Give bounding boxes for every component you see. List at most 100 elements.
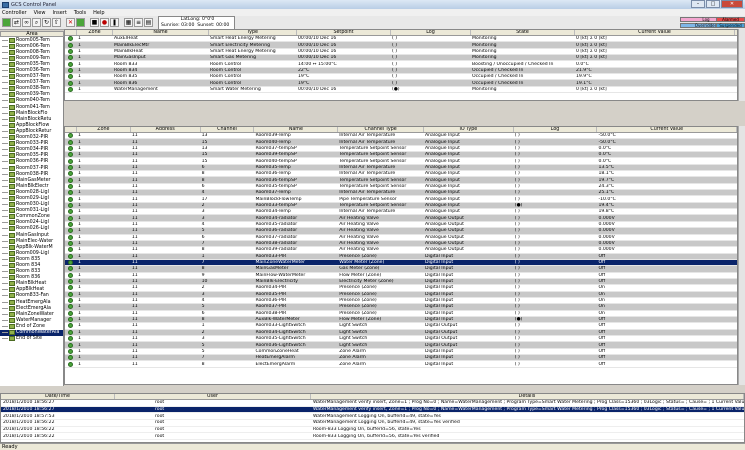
- maximize-button[interactable]: □: [706, 0, 720, 8]
- column-header[interactable]: Channel: [201, 127, 255, 132]
- tree-connector: [2, 277, 8, 279]
- channel-status-icon: [68, 209, 73, 215]
- log-row[interactable]: 2018/1/2010 18:56:27 root WaterManagement …: [1, 400, 744, 407]
- zone-cell: MainBlkElecMtr: [114, 42, 150, 48]
- tree-connector: [2, 289, 8, 291]
- close-button[interactable]: ✕: [721, 0, 743, 8]
- channel-status-icon: [68, 221, 73, 227]
- io-cell: 11: [131, 342, 138, 348]
- column-header[interactable]: Name: [254, 127, 339, 132]
- log-row[interactable]: 2018/1/2010 18:56:22 root WaterManagement …: [1, 420, 744, 427]
- menu-insert[interactable]: Insert: [52, 10, 66, 16]
- column-header[interactable]: Details: [311, 394, 744, 399]
- log-datetime: 2018/1/2010 18:56:22: [3, 433, 55, 439]
- tree-item[interactable]: MainZoneWater: [0, 311, 63, 317]
- log-user: root: [155, 427, 165, 433]
- column-header[interactable]: Date/Time: [1, 394, 115, 399]
- tree-connector: [2, 228, 8, 230]
- zone-icon: [9, 49, 15, 55]
- io-cell: 1: [77, 228, 81, 234]
- tree-connector: [2, 57, 8, 59]
- tree-item-label: AppBlockFlow: [16, 122, 50, 128]
- record-icon[interactable]: ●: [100, 18, 109, 27]
- area-tree[interactable]: Room005-Tem Room006-Tem Room008-Tem Room009…: [0, 37, 64, 386]
- column-header[interactable]: Setpoint: [297, 30, 391, 35]
- io-row[interactable]: 1 11 8 ElectEmergAlarm Zone Alarm Digital Inp…: [65, 361, 737, 368]
- io-cell: 10: [201, 279, 208, 285]
- column-header[interactable]: Name: [113, 30, 209, 35]
- io-cell: Analogue Input: [424, 139, 460, 145]
- menu-tools[interactable]: Tools: [74, 10, 86, 16]
- refresh-icon[interactable]: ↻: [42, 18, 51, 27]
- column-header[interactable]: Zone: [77, 30, 113, 35]
- column-header[interactable]: Current Value: [597, 127, 737, 132]
- io-channels-grid[interactable]: Zone Address Channel Name Channel Type IO Typ…: [64, 126, 738, 385]
- search-icon[interactable]: ⌕: [32, 18, 41, 27]
- tree-connector: [2, 161, 8, 163]
- tree-item-label: AppBlockRetur: [16, 128, 52, 134]
- column-header[interactable]: Log: [391, 30, 471, 35]
- tree-item[interactable]: End of Site: [0, 336, 63, 342]
- delete-icon[interactable]: ✕: [66, 18, 75, 27]
- column-header[interactable]: State: [471, 30, 575, 35]
- list-icon[interactable]: ≡: [134, 18, 143, 27]
- io-cell: Digital Input: [424, 285, 454, 291]
- column-header[interactable]: Log: [514, 127, 598, 132]
- tree-connector: [2, 307, 8, 309]
- log-user: root: [155, 420, 165, 426]
- zone-icon: [9, 256, 15, 262]
- zone-cell: Room Control: [210, 61, 242, 67]
- log-row[interactable]: 2018/1/2010 18:56:22 root Room-833 Logging…: [1, 427, 744, 434]
- io-cell: 1: [77, 221, 81, 227]
- column-header[interactable]: Zone: [77, 127, 131, 132]
- tree-item[interactable]: CommonWaterAla: [0, 329, 63, 336]
- column-header[interactable]: User: [115, 394, 311, 399]
- io-cell: ( ): [514, 298, 520, 304]
- zone-programs-grid[interactable]: Zone Name Type Setpoint Log State Current Valu…: [64, 29, 738, 101]
- upload-icon[interactable]: ⇧: [52, 18, 61, 27]
- column-header[interactable]: Channel Type: [338, 127, 424, 132]
- menu-help[interactable]: Help: [93, 10, 104, 16]
- log-datetime: 2018/1/2010 18:56:27: [3, 407, 55, 413]
- binoculars-icon[interactable]: ∞: [22, 18, 31, 27]
- column-header[interactable]: Current Value: [575, 30, 735, 35]
- io-cell: ( ): [514, 336, 520, 342]
- toolbar: ⇄ ∞ ⌕ ↻ ⇧ ✕ ■ ● ❚ ▦ ≡ ▤: [0, 16, 745, 30]
- add-icon[interactable]: [76, 18, 85, 27]
- minimize-button[interactable]: –: [691, 0, 705, 8]
- log-row[interactable]: 2018/1/2010 18:56:22 root Room-833 Logging…: [1, 433, 744, 441]
- channel-status-icon: [68, 171, 73, 177]
- app-icon: [2, 1, 9, 8]
- column-header[interactable]: Address: [131, 127, 201, 132]
- event-log[interactable]: Date/Time User Details 2018/1/2010 18:56:27…: [0, 393, 745, 443]
- connect-icon[interactable]: ⇄: [12, 18, 21, 27]
- log-row[interactable]: 2018/1/2010 18:57:53 root WaterManagement …: [1, 413, 744, 421]
- stop-icon[interactable]: ■: [90, 18, 99, 27]
- menu-view[interactable]: View: [34, 10, 46, 16]
- zone-cell: Room 836: [114, 80, 138, 86]
- chart-icon[interactable]: ▤: [144, 18, 153, 27]
- column-header[interactable]: Type: [209, 30, 297, 35]
- io-grid-scrollbar[interactable]: [738, 126, 745, 385]
- pause-icon[interactable]: ❚: [110, 18, 119, 27]
- online-icon[interactable]: [2, 18, 11, 27]
- io-cell: 1: [77, 171, 81, 177]
- program-status-icon: [68, 36, 73, 42]
- zone-cell: 1: [78, 55, 81, 61]
- menu-controller[interactable]: Controller: [2, 10, 27, 16]
- tree-item-label: Room024-Ligl: [16, 220, 49, 226]
- io-cell: Temperature Setpoint Sensor: [339, 183, 407, 189]
- zone-grid-scrollbar[interactable]: [738, 29, 745, 101]
- io-cell: 11: [131, 323, 138, 329]
- zone-cell: 0 [kt] Σ 0 [kt]: [576, 36, 607, 42]
- io-cell: Electricity Meter (Zone): [339, 279, 394, 285]
- zone-row[interactable]: 1 WaterManagement Smart Water Metering 00:0…: [65, 86, 737, 94]
- tree-item-label: Room035-Tem: [16, 61, 50, 67]
- log-row[interactable]: 2018/1/2010 18:56:27 root WaterManagement …: [1, 406, 744, 414]
- zone-cell: 1: [78, 80, 81, 86]
- column-header[interactable]: IO Type: [424, 127, 514, 132]
- channel-status-icon: [68, 304, 73, 310]
- io-cell: Digital Output: [424, 342, 458, 348]
- zone-cell: WaterManagement: [114, 86, 158, 92]
- grid-icon[interactable]: ▦: [124, 18, 133, 27]
